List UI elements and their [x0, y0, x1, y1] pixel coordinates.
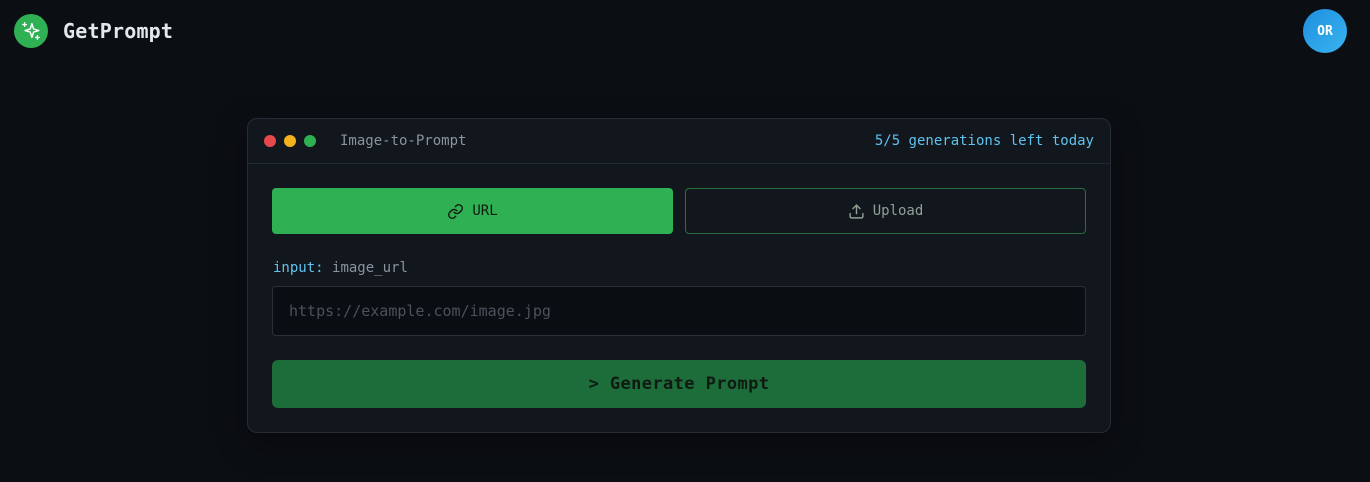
card-header: Image-to-Prompt 5/5 generations left tod… [248, 119, 1110, 164]
input-label-key: input: [273, 260, 324, 276]
upload-icon [848, 203, 865, 220]
image-url-input[interactable] [272, 286, 1086, 336]
tab-url-label: URL [472, 203, 498, 219]
window-dot-yellow [284, 135, 296, 147]
input-label-name: image_url [332, 260, 408, 276]
top-bar: GetPrompt OR [0, 0, 1370, 62]
brand-name[interactable]: GetPrompt [63, 19, 173, 43]
card-title: Image-to-Prompt [340, 133, 467, 149]
tab-upload[interactable]: Upload [685, 188, 1086, 234]
generations-left-counter: 5/5 generations left today [874, 133, 1094, 149]
generate-prompt-button[interactable]: > Generate Prompt [272, 360, 1086, 408]
window-dot-red [264, 135, 276, 147]
image-to-prompt-card: Image-to-Prompt 5/5 generations left tod… [247, 118, 1111, 433]
sparkles-icon[interactable] [14, 14, 48, 48]
window-dot-green [304, 135, 316, 147]
avatar[interactable]: OR [1303, 9, 1347, 53]
input-label: input: image_url [273, 260, 408, 276]
tab-url[interactable]: URL [272, 188, 673, 234]
tab-upload-label: Upload [872, 203, 924, 219]
link-icon [447, 203, 464, 220]
